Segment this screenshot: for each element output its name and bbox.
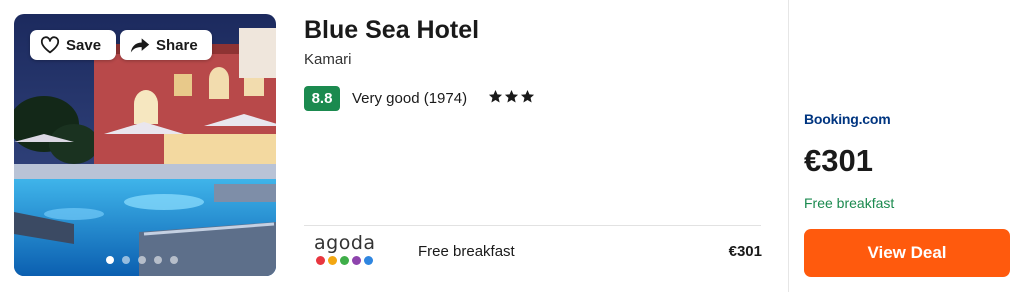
share-label: Share [156,36,198,54]
carousel-dot[interactable] [154,256,162,264]
carousel-dot[interactable] [122,256,130,264]
carousel-dot[interactable] [138,256,146,264]
offer-label[interactable]: Free breakfast [418,243,515,260]
agoda-dot [352,256,361,265]
hotel-name[interactable]: Blue Sea Hotel [304,16,479,45]
hotel-photo[interactable]: Save Share [14,14,276,276]
agoda-logo-dots [316,256,380,265]
agoda-dot [328,256,337,265]
offer-price[interactable]: €301 [700,243,762,260]
star-icon [504,89,519,103]
heart-icon [40,36,60,54]
share-button[interactable]: Share [120,30,212,60]
view-deal-label: View Deal [867,243,947,262]
agoda-dot [316,256,325,265]
column-divider [788,0,789,292]
photo-carousel-dots[interactable] [106,256,178,264]
share-arrow-icon [130,38,150,53]
carousel-dot[interactable] [106,256,114,264]
rating-text[interactable]: Very good (1974) [352,90,467,107]
star-icon [488,89,503,103]
view-deal-button[interactable]: View Deal [804,229,1010,277]
agoda-logo-text: agoda [314,232,376,254]
hotel-location: Kamari [304,51,352,68]
agoda-dot [340,256,349,265]
save-label: Save [66,36,102,54]
hotel-result-card[interactable]: Save Share Blue Sea Hotel Kamari 8.8 Ver… [0,0,1024,292]
score-badge: 8.8 [304,86,340,111]
hotel-stars [488,89,535,104]
agoda-logo: agoda [314,234,380,270]
save-button[interactable]: Save [30,30,116,60]
offer-divider [304,225,761,226]
carousel-dot[interactable] [170,256,178,264]
star-icon [520,89,535,103]
featured-price: €301 [804,143,873,178]
featured-provider-logo: Booking.com [804,111,891,127]
featured-price-note: Free breakfast [804,195,895,211]
agoda-dot [364,256,373,265]
